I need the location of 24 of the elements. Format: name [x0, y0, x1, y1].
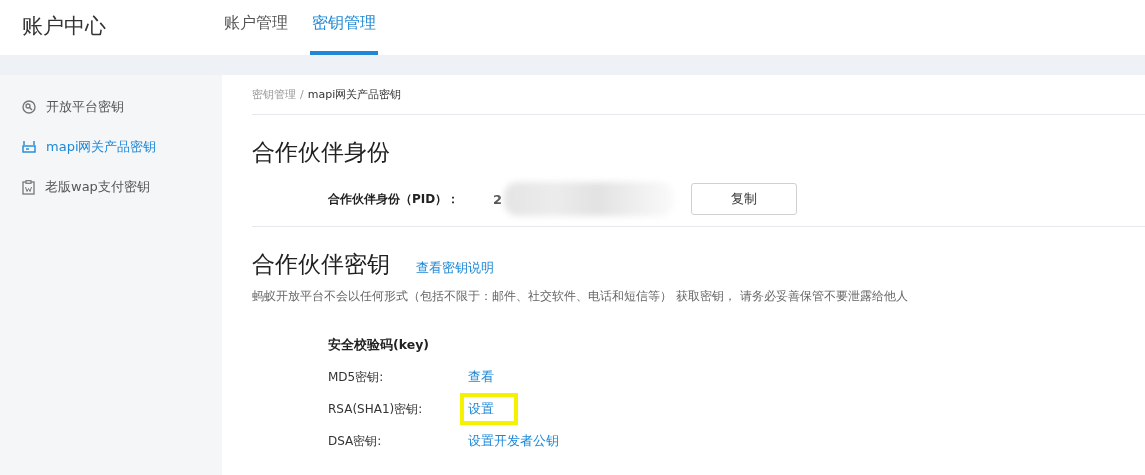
key-action-link[interactable]: 设置开发者公钥: [468, 432, 559, 450]
search-key-icon: [22, 100, 36, 114]
breadcrumb-item[interactable]: 密钥管理: [252, 87, 296, 102]
key-label: DSA密钥:: [328, 432, 383, 450]
security-note: 蚂蚁开放平台不会以任何形式（包括不限于：邮件、社交软件、电话和短信等） 获取密钥， 请务必妥善保管不要泄露给他人: [252, 288, 909, 305]
sidebar-item[interactable]: 老版wap支付密钥: [0, 167, 222, 207]
breadcrumb-separator: /: [300, 88, 304, 101]
key-label: RSA(SHA1)密钥:: [328, 400, 424, 418]
sidebar-item[interactable]: 开放平台密钥: [0, 87, 222, 127]
key-action-link[interactable]: 查看: [468, 368, 494, 386]
key-heading: 安全校验码(key): [328, 335, 431, 354]
copy-button[interactable]: 复制: [691, 183, 798, 215]
breadcrumb-item: mapi网关产品密钥: [307, 87, 402, 102]
pid-value: 2: [493, 191, 503, 207]
clipboard-icon: [22, 179, 35, 195]
key-label: MD5密钥:: [328, 368, 385, 386]
page-title: 账户中心: [21, 12, 107, 40]
pid-label: 合作伙伴身份（PID）：: [328, 190, 461, 208]
router-icon: [22, 141, 36, 153]
key-help-link[interactable]: 查看密钥说明: [416, 259, 494, 277]
nav-tab[interactable]: 账户管理: [222, 0, 290, 55]
section-title: 合作伙伴身份: [252, 138, 391, 167]
sidebar-item[interactable]: mapi网关产品密钥: [0, 127, 222, 167]
section-title: 合作伙伴密钥: [252, 250, 390, 279]
